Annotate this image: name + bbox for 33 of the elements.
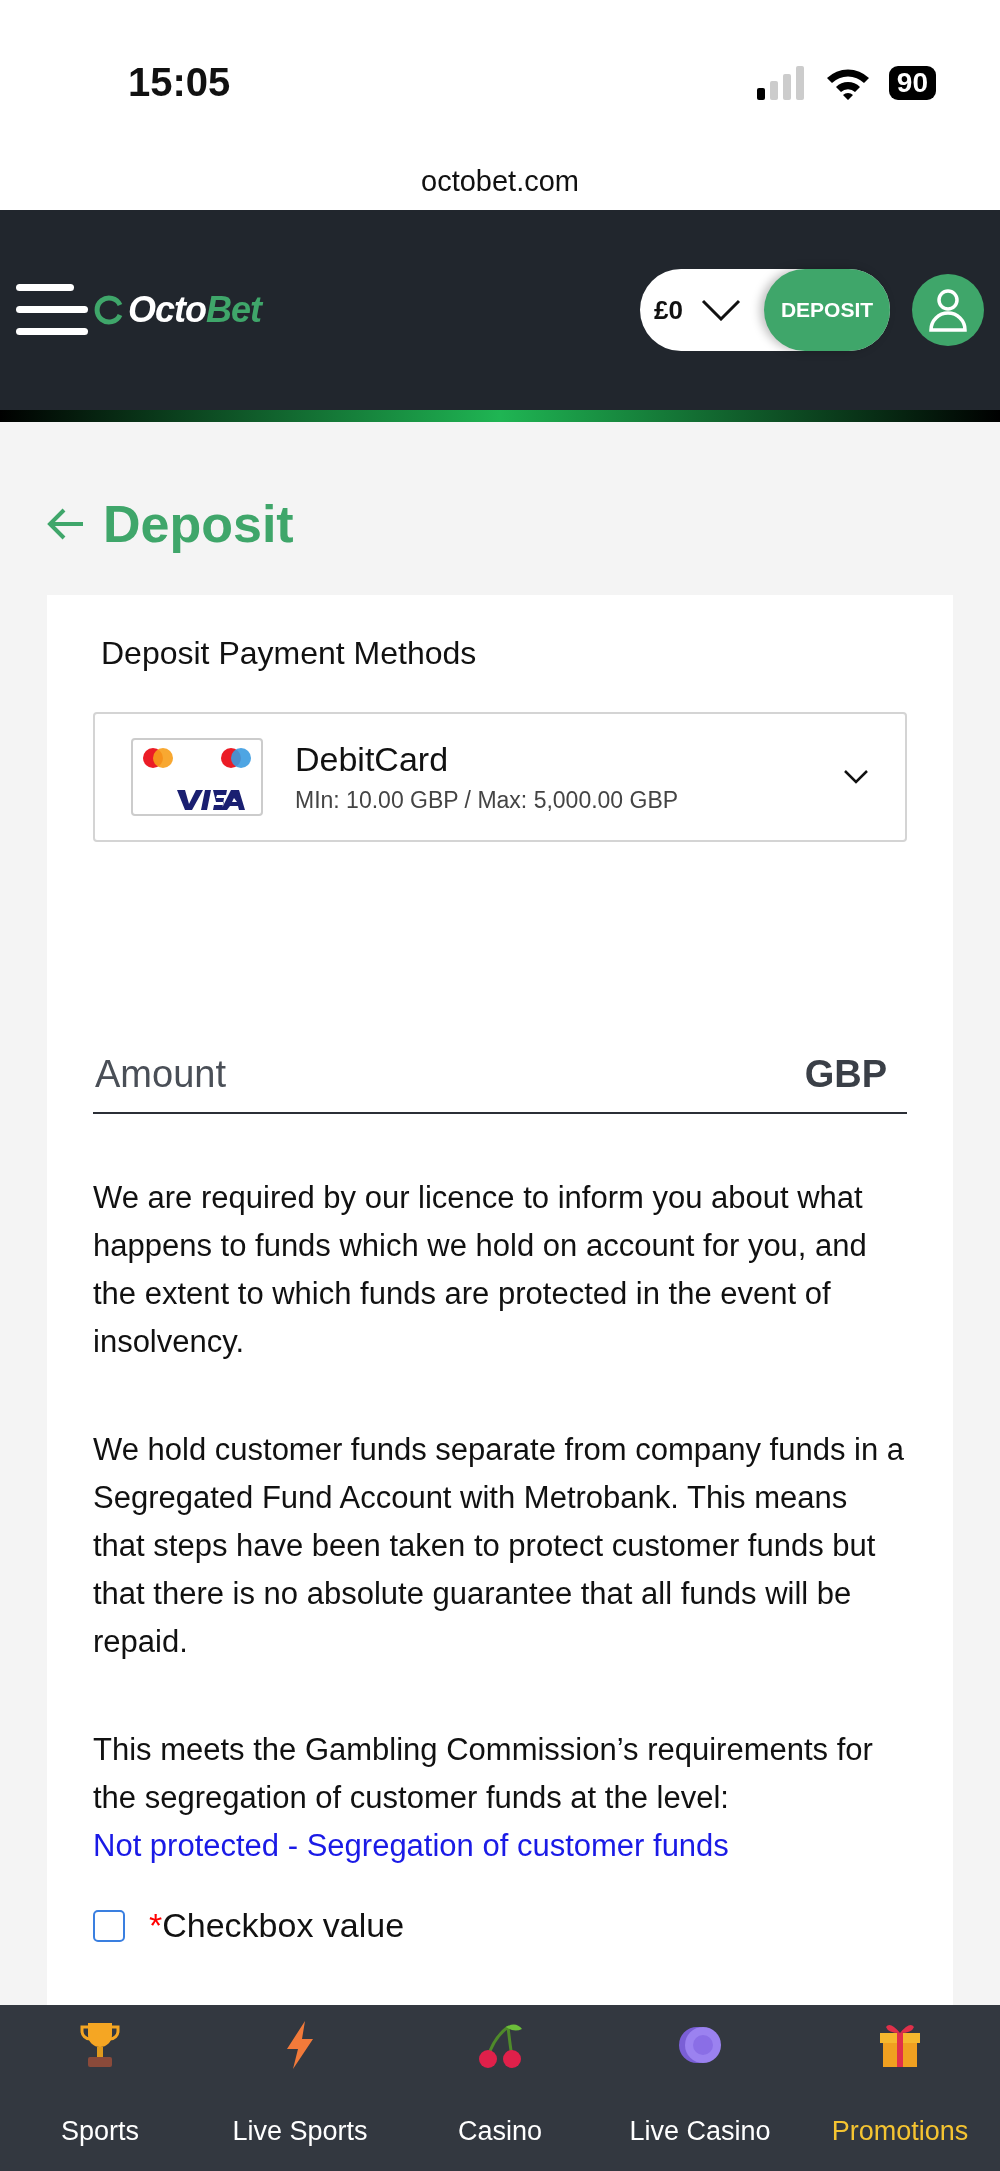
chevron-down-icon[interactable] <box>700 299 741 321</box>
balance-amount: £0 <box>654 294 683 326</box>
octobet-logo[interactable]: OctoBet <box>94 289 262 331</box>
section-heading: Deposit Payment Methods <box>101 635 478 672</box>
info-paragraph: This meets the Gambling Commission’s requirements for the segregation of customer funds at the level: Not protected - Segregation of customer funds <box>93 1731 874 1865</box>
protection-level-link[interactable]: Not protected - Segregation of customer funds <box>93 1828 729 1863</box>
page-title: Deposit <box>103 493 294 554</box>
checkbox-label: Checkbox value <box>162 1906 405 1944</box>
chevron-down-icon <box>843 769 869 785</box>
nav-tab[interactable]: Casino <box>400 2005 600 2171</box>
checkbox[interactable] <box>93 1909 125 1942</box>
cherries-icon <box>476 2021 524 2069</box>
person-icon <box>928 288 968 332</box>
nav-tab[interactable]: Live Sports <box>200 2005 400 2171</box>
info-paragraph: We are required by our licence to inform you about what happens to funds which we hold on account for you, and the extent to which funds are protected in the event of insolvency. <box>93 1179 868 1361</box>
nav-tab[interactable]: Promotions <box>800 2005 1000 2171</box>
back-arrow-icon[interactable] <box>47 506 85 541</box>
info-paragraph: We hold customer funds separate from company funds in a Segregated Fund Account with Metrobank. This means that steps have been taken to protect customer funds but that there is no absolute guarantee that all funds will be repaid. <box>93 1431 905 1661</box>
address-bar-url[interactable]: octobet.com <box>421 165 579 198</box>
battery-level: 90 <box>888 65 936 100</box>
required-asterisk: * <box>149 1906 163 1944</box>
method-limits: MIn: 10.00 GBP / Max: 5,000.00 GBP <box>295 787 680 814</box>
lightning-icon <box>285 2021 315 2069</box>
signal-icon <box>756 65 807 100</box>
method-name: DebitCard <box>295 740 450 779</box>
trophy-icon <box>80 2021 120 2069</box>
nav-tab[interactable]: Live Casino <box>600 2005 800 2171</box>
nav-tab[interactable]: Sports <box>0 2005 200 2171</box>
card-logos-icon <box>131 738 263 816</box>
menu-icon[interactable] <box>16 284 90 336</box>
currency-label: GBP <box>804 1053 888 1096</box>
status-time: 15:05 <box>128 60 231 105</box>
payment-method-select[interactable]: DebitCard MIn: 10.00 GBP / Max: 5,000.00 GBP <box>93 712 907 842</box>
